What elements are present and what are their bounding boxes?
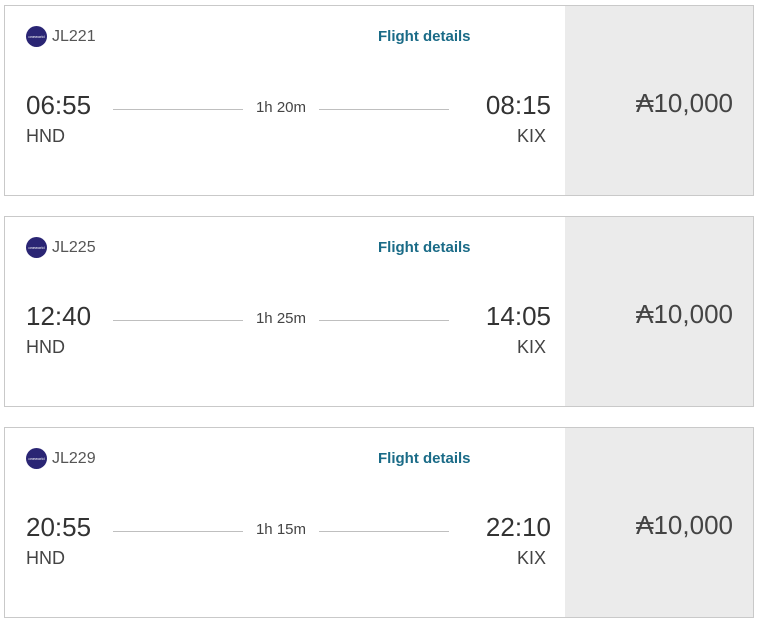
route-line-right [319, 109, 449, 110]
oneworld-logo-icon: oneworld [26, 237, 47, 258]
oneworld-logo-icon: oneworld [26, 26, 47, 47]
route-line-left [113, 531, 243, 532]
flight-card[interactable]: oneworld JL221 Flight details 06:55 HND … [4, 5, 754, 196]
departure-airport: HND [26, 548, 65, 568]
arrival-airport: KIX [516, 126, 546, 146]
flight-number: JL229 [52, 450, 96, 467]
flight-card[interactable]: oneworld JL229 Flight details 20:55 HND … [4, 427, 754, 618]
departure-time: 20:55 [26, 512, 92, 542]
oneworld-logo-icon: oneworld [26, 448, 47, 469]
flight-details-link[interactable]: Flight details [378, 450, 471, 467]
departure-time: 06:55 [26, 90, 92, 120]
arrival-time: 14:05 [485, 301, 551, 331]
flight-number: JL221 [52, 28, 96, 45]
flight-details-link[interactable]: Flight details [378, 239, 471, 256]
arrival-time: 22:10 [485, 512, 551, 542]
price-panel[interactable]: ₳10,000 [565, 428, 753, 617]
arrival-airport: KIX [516, 548, 546, 568]
price-panel[interactable]: ₳10,000 [565, 217, 753, 406]
route-line-left [113, 320, 243, 321]
price: ₳10,000 [636, 88, 733, 118]
price: ₳10,000 [636, 510, 733, 540]
flight-details-link[interactable]: Flight details [378, 28, 471, 45]
flight-duration: 1h 25m [255, 310, 307, 327]
arrival-airport: KIX [516, 337, 546, 357]
price: ₳10,000 [636, 299, 733, 329]
flight-card[interactable]: oneworld JL225 Flight details 12:40 HND … [4, 216, 754, 407]
flight-number: JL225 [52, 239, 96, 256]
departure-airport: HND [26, 126, 65, 146]
flight-duration: 1h 20m [255, 99, 307, 116]
price-panel[interactable]: ₳10,000 [565, 6, 753, 195]
arrival-time: 08:15 [485, 90, 551, 120]
route-line-right [319, 531, 449, 532]
departure-time: 12:40 [26, 301, 92, 331]
flight-duration: 1h 15m [255, 521, 307, 538]
route-line-left [113, 109, 243, 110]
route-line-right [319, 320, 449, 321]
departure-airport: HND [26, 337, 65, 357]
